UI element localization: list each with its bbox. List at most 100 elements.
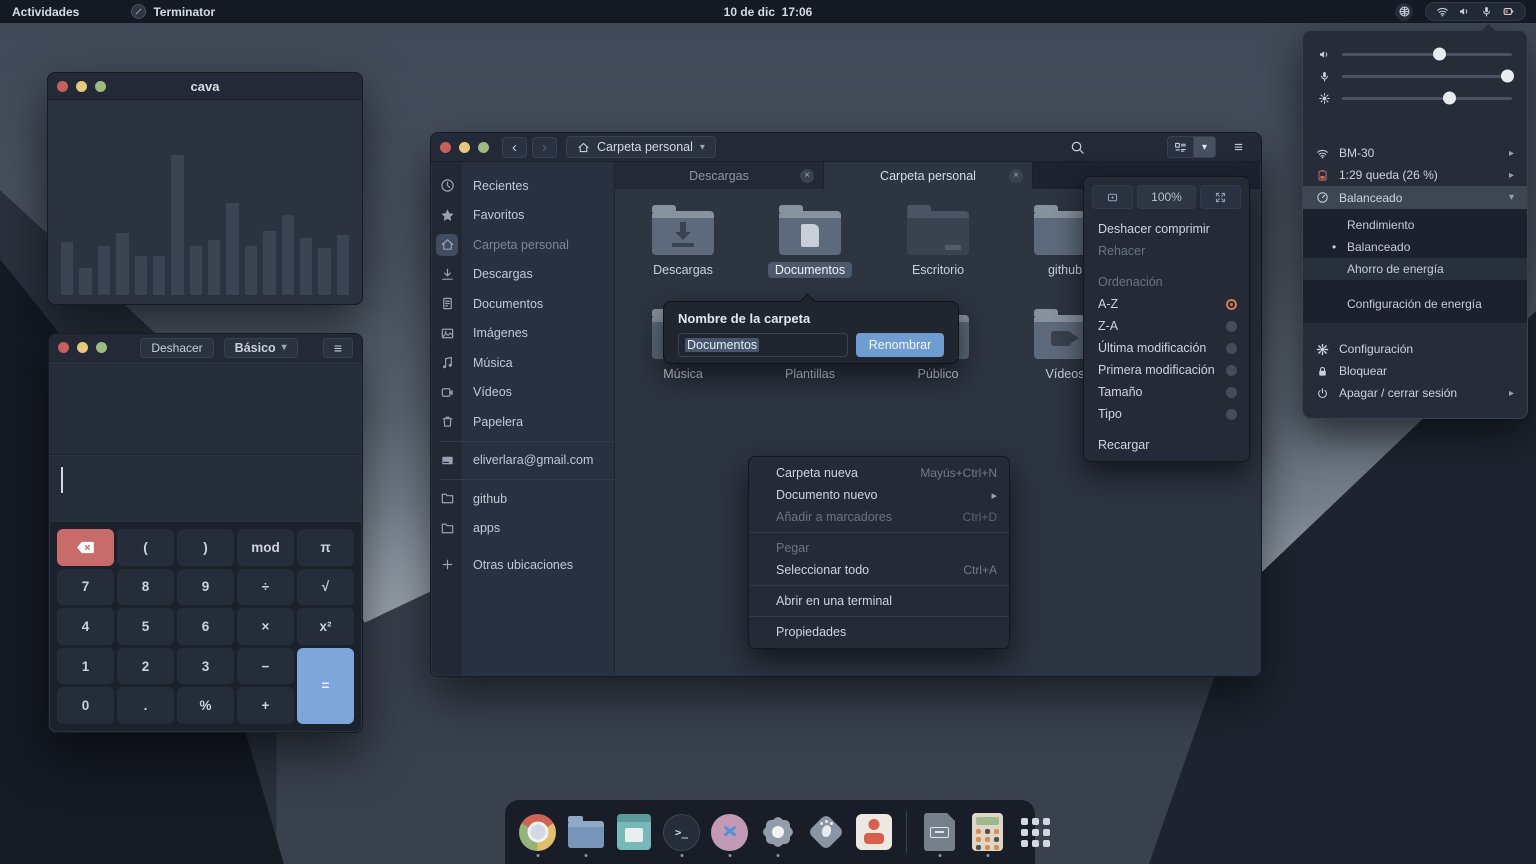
calculator-menu-button[interactable]: ≡ — [323, 337, 354, 358]
close-button[interactable] — [57, 80, 68, 92]
back-button[interactable]: ‹ — [502, 136, 527, 158]
settings-row[interactable]: Configuración — [1303, 338, 1527, 360]
two-key[interactable]: 2 — [117, 647, 174, 685]
menu-item-carpeta-nueva[interactable]: Carpeta nueva Mayús+Ctrl+N — [749, 462, 1009, 484]
seven-key[interactable]: 7 — [57, 568, 114, 606]
sidebar-item-papelera[interactable]: Papelera — [432, 407, 614, 437]
equals-key[interactable]: = — [297, 647, 354, 724]
radio-icon[interactable] — [1226, 386, 1237, 398]
wifi-row[interactable]: BM-30 ▸ — [1303, 142, 1527, 164]
clock-button[interactable]: 10 de dic 17:06 — [724, 5, 813, 19]
multiply-key[interactable]: × — [237, 608, 294, 645]
mod-key[interactable]: mod — [237, 529, 294, 566]
dot-key[interactable]: . — [117, 687, 174, 724]
one-key[interactable]: 1 — [57, 647, 114, 685]
sort-option-az[interactable]: A-Z — [1084, 293, 1249, 315]
sort-option-za[interactable]: Z-A — [1084, 315, 1249, 337]
system-tray-button[interactable] — [1425, 2, 1526, 21]
sqrt-key[interactable]: √ — [297, 568, 354, 606]
power-profile-row[interactable]: Balanceado ▾ — [1303, 186, 1527, 209]
view-list-button[interactable] — [1167, 136, 1194, 158]
path-dropdown[interactable]: Carpeta personal ▾ — [566, 136, 716, 158]
divide-key[interactable]: ÷ — [237, 568, 294, 606]
zoom-in-button[interactable] — [1200, 185, 1242, 209]
files-headerbar[interactable]: ‹ › Carpeta personal ▾ ▾ ≡ — [431, 133, 1261, 162]
calculator-titlebar[interactable]: Deshacer Básico ▾ ≡ — [49, 334, 362, 362]
close-icon[interactable]: × — [800, 168, 814, 183]
radio-icon[interactable] — [1226, 364, 1237, 376]
sidebar-item-recientes[interactable]: Recientes — [432, 171, 614, 201]
dock-item-archive-manager[interactable] — [919, 804, 960, 860]
sidebar-item-favoritos[interactable]: Favoritos — [432, 201, 614, 231]
lock-row[interactable]: Bloquear — [1303, 360, 1527, 382]
folder-escritorio[interactable]: Escritorio — [878, 203, 998, 278]
cava-titlebar[interactable]: cava — [48, 73, 362, 100]
globe-icon[interactable] — [1395, 2, 1413, 21]
sidebar-item-carpeta-personal[interactable]: Carpeta personal — [432, 230, 614, 260]
six-key[interactable]: 6 — [177, 608, 234, 645]
menu-item-seleccionar-todo[interactable]: Seleccionar todo Ctrl+A — [749, 559, 1009, 581]
pi-key[interactable]: π — [297, 529, 354, 566]
dock-item-terminal[interactable]: >_ — [661, 804, 702, 860]
dock-item-settings[interactable] — [757, 804, 798, 860]
plus-key[interactable]: + — [237, 687, 294, 724]
minimize-button[interactable] — [77, 342, 88, 353]
close-button[interactable] — [440, 141, 451, 153]
undo-button[interactable]: Deshacer — [140, 337, 214, 358]
zero-key[interactable]: 0 — [57, 687, 114, 724]
dock-item-show-applications[interactable] — [1015, 804, 1056, 860]
five-key[interactable]: 5 — [117, 608, 174, 645]
view-options-button[interactable]: ▾ — [1194, 136, 1216, 158]
radio-icon[interactable] — [1226, 320, 1237, 332]
folder-documentos[interactable]: Documentos — [750, 203, 870, 278]
power-off-row[interactable]: Apagar / cerrar sesión ▸ — [1303, 382, 1527, 404]
activities-button[interactable]: Actividades — [12, 5, 79, 19]
close-icon[interactable]: × — [1009, 168, 1023, 183]
sidebar-item-musica[interactable]: Música — [432, 348, 614, 378]
radio-selected-icon[interactable] — [1226, 298, 1237, 310]
nine-key[interactable]: 9 — [177, 568, 234, 606]
sort-option-tamano[interactable]: Tamaño — [1084, 381, 1249, 403]
menu-item-propiedades[interactable]: Propiedades — [749, 621, 1009, 643]
focused-app-menu[interactable]: Terminator — [131, 4, 215, 19]
dock-item-media-app[interactable] — [853, 804, 894, 860]
sidebar-item-otras-ubicaciones[interactable]: Otras ubicaciones — [432, 550, 614, 580]
menu-item-abrir-terminal[interactable]: Abrir en una terminal — [749, 590, 1009, 612]
radio-icon[interactable] — [1226, 408, 1237, 420]
four-key[interactable]: 4 — [57, 608, 114, 645]
sort-option-tipo[interactable]: Tipo — [1084, 403, 1249, 425]
maximize-button[interactable] — [96, 342, 107, 353]
files-menu-button[interactable]: ≡ — [1225, 136, 1252, 158]
backspace-key[interactable] — [57, 529, 114, 566]
sidebar-item-descargas[interactable]: Descargas — [432, 260, 614, 290]
profile-option-rendimiento[interactable]: Rendimiento — [1303, 214, 1527, 236]
profile-option-ahorro[interactable]: Ahorro de energía — [1303, 258, 1527, 280]
slider-handle[interactable] — [1432, 47, 1446, 61]
profile-option-balanceado[interactable]: • Balanceado — [1303, 236, 1527, 258]
sidebar-item-google-account[interactable]: eliverlara@gmail.com — [432, 446, 614, 476]
sidebar-item-github[interactable]: github — [432, 484, 614, 514]
dock-item-chrome[interactable] — [517, 804, 558, 860]
zoom-out-button[interactable] — [1092, 185, 1133, 209]
eight-key[interactable]: 8 — [117, 568, 174, 606]
close-paren-key[interactable]: ) — [177, 529, 234, 566]
power-settings-link[interactable]: Configuración de energía — [1303, 293, 1527, 315]
dock-item-code-editor[interactable] — [709, 804, 750, 860]
menu-item-recargar[interactable]: Recargar — [1084, 434, 1249, 456]
tab-descargas[interactable]: Descargas × — [615, 162, 824, 189]
three-key[interactable]: 3 — [177, 647, 234, 685]
dock-item-calculator[interactable] — [967, 804, 1008, 860]
dock-item-text-editor[interactable] — [613, 804, 654, 860]
minus-key[interactable]: − — [237, 647, 294, 685]
dock-item-tweaks[interactable] — [805, 804, 846, 860]
calculator-display[interactable] — [50, 456, 361, 521]
menu-item-deshacer-comprimir[interactable]: Deshacer comprimir — [1084, 218, 1249, 240]
maximize-button[interactable] — [478, 141, 489, 153]
sort-option-ultima-modificacion[interactable]: Última modificación — [1084, 337, 1249, 359]
minimize-button[interactable] — [459, 141, 470, 153]
slider-handle[interactable] — [1443, 91, 1457, 105]
menu-item-documento-nuevo[interactable]: Documento nuevo ▸ — [749, 484, 1009, 506]
percent-key[interactable]: % — [177, 687, 234, 724]
tab-carpeta-personal[interactable]: Carpeta personal × — [824, 162, 1033, 189]
minimize-button[interactable] — [76, 80, 87, 92]
